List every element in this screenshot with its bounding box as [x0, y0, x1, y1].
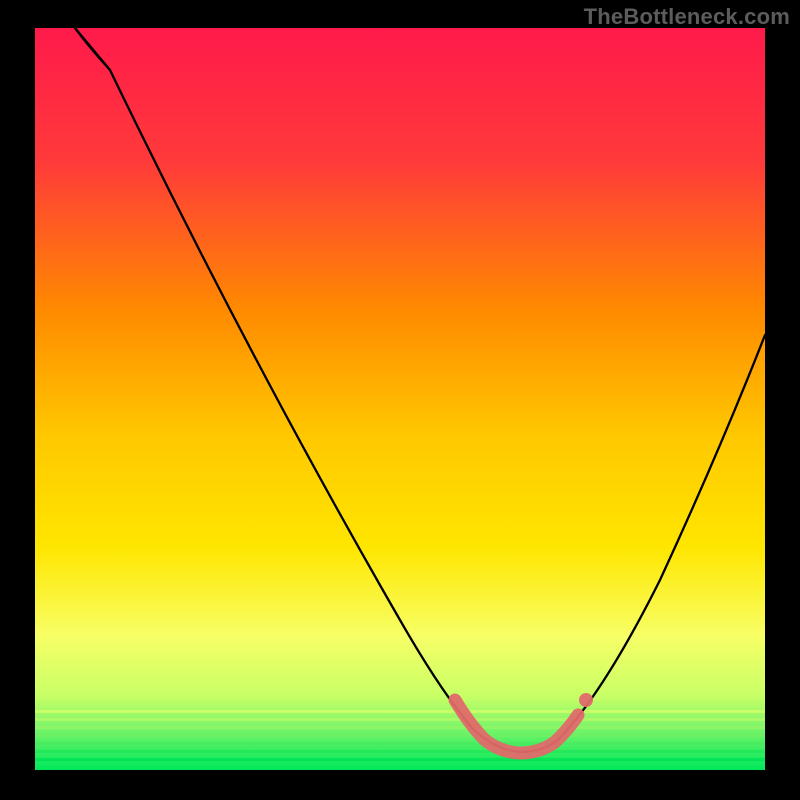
watermark: TheBottleneck.com: [584, 4, 790, 30]
bottleneck-chart: [0, 0, 800, 800]
